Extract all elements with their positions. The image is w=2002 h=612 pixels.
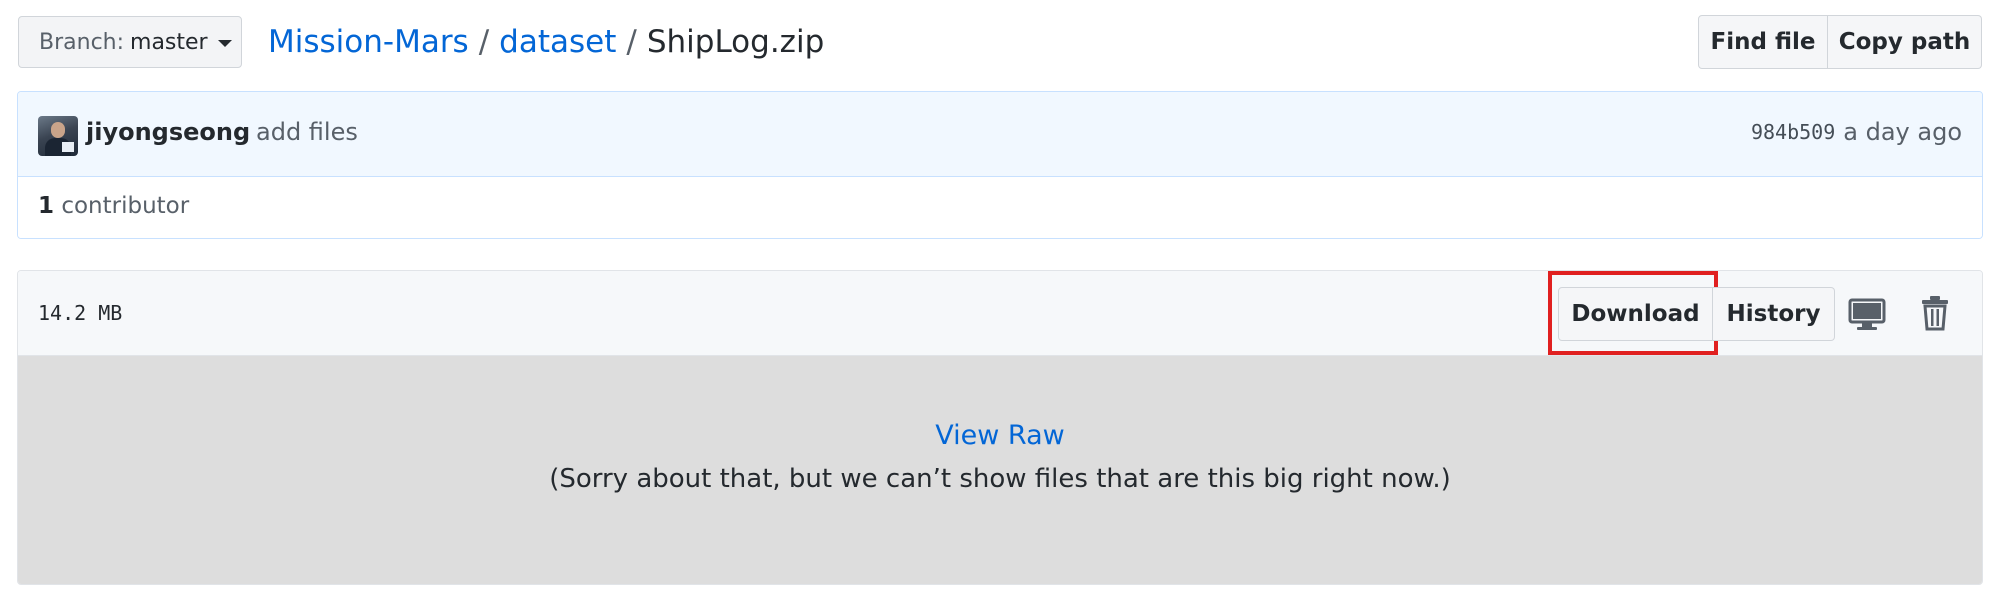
commit-author-link[interactable]: jiyongseong — [86, 118, 250, 146]
file-header: 14.2 MB Download History — [18, 271, 1982, 356]
history-button[interactable]: History — [1713, 287, 1835, 341]
breadcrumb-repo-link[interactable]: Mission-Mars — [268, 24, 469, 60]
commit-message-link[interactable]: add files — [256, 118, 358, 146]
commit-info-box: jiyongseong add files 984b509 a day ago … — [17, 91, 1983, 239]
file-body: View Raw (Sorry about that, but we can’t… — [18, 356, 1982, 584]
commit-time: a day ago — [1843, 118, 1962, 146]
file-actions: Download History — [1558, 287, 1835, 341]
desktop-icon[interactable] — [1848, 297, 1886, 331]
branch-prefix: Branch: — [39, 29, 125, 55]
chevron-down-icon — [217, 39, 232, 47]
contributors-label: contributor — [61, 193, 190, 219]
contributors-count: 1 — [38, 193, 55, 219]
latest-commit-row: jiyongseong add files 984b509 a day ago — [18, 92, 1982, 177]
file-viewer: 14.2 MB Download History View Raw (Sorry… — [17, 270, 1983, 585]
commit-sha-link[interactable]: 984b509 — [1751, 120, 1835, 144]
branch-selector-button[interactable]: Branch: master — [18, 16, 242, 68]
breadcrumb-file-name: ShipLog.zip — [646, 24, 825, 60]
file-navigation-buttons: Find file Copy path — [1698, 15, 1982, 69]
contributors-row: 1 contributor — [18, 177, 1982, 238]
find-file-button[interactable]: Find file — [1698, 15, 1828, 69]
avatar[interactable] — [38, 116, 78, 156]
copy-path-button[interactable]: Copy path — [1828, 15, 1982, 69]
view-raw-link[interactable]: View Raw — [18, 420, 1982, 451]
breadcrumb-separator: / — [626, 24, 637, 60]
contributors-summary[interactable]: 1 contributor — [38, 193, 189, 219]
file-too-big-message: (Sorry about that, but we can’t show fil… — [549, 464, 1451, 494]
breadcrumb-separator: / — [478, 24, 490, 60]
commit-meta: 984b509 a day ago — [1751, 118, 1962, 146]
download-button[interactable]: Download — [1558, 287, 1713, 341]
breadcrumb-folder-link[interactable]: dataset — [499, 24, 616, 60]
breadcrumb: Mission-Mars / dataset / ShipLog.zip — [268, 18, 824, 66]
file-size: 14.2 MB — [38, 301, 123, 325]
branch-name: master — [130, 29, 208, 55]
trash-icon[interactable] — [1919, 295, 1951, 331]
